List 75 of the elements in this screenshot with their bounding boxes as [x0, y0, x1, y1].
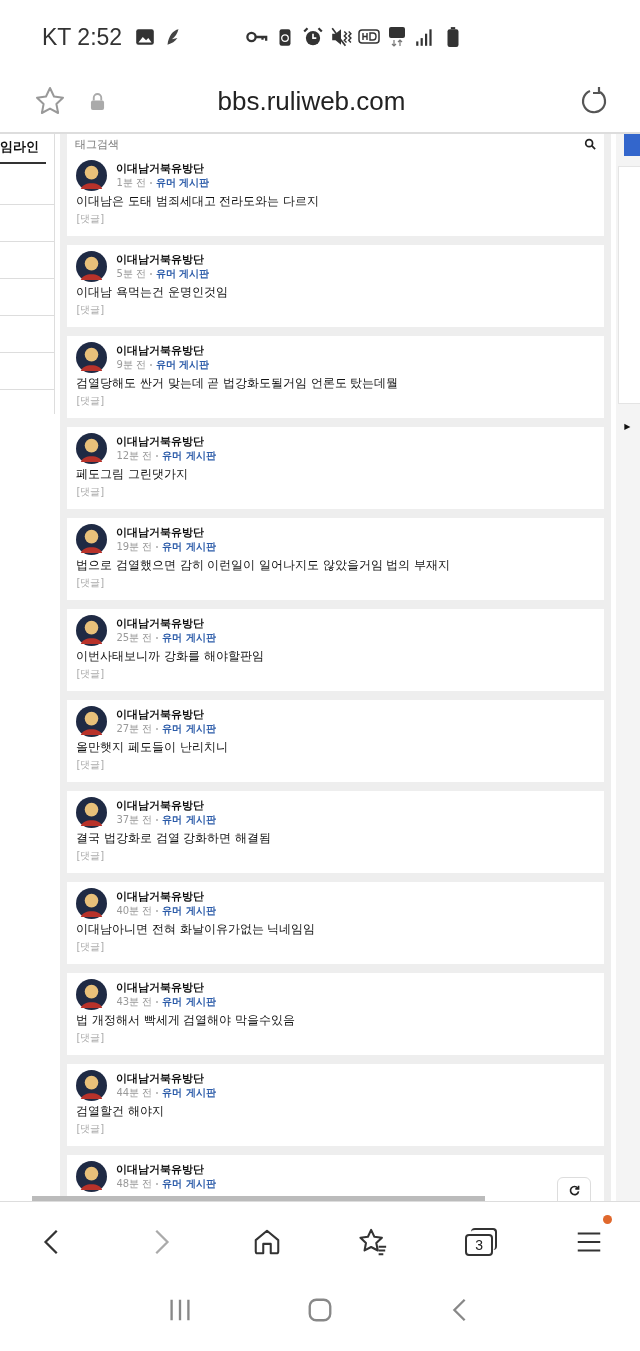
bookmarks-icon[interactable]	[358, 1226, 389, 1257]
search-field[interactable]: 태그검색	[67, 134, 605, 154]
author-name[interactable]: 이대남거북유방단	[116, 525, 216, 540]
avatar-icon	[76, 1161, 108, 1192]
author-name[interactable]: 이대남거북유방단	[116, 798, 216, 813]
post-time: 44분 전	[116, 1085, 153, 1100]
author-name[interactable]: 이대남거북유방단	[116, 252, 210, 267]
avatar-icon	[76, 251, 108, 282]
comment-text: 이대남아니면 전혀 화날이유가없는 닉네임임	[76, 922, 317, 937]
refresh-button[interactable]	[557, 1177, 591, 1201]
post-time: 43분 전	[116, 994, 153, 1009]
post-time: 19분 전	[116, 539, 153, 554]
alarm-icon	[302, 26, 325, 48]
mute-vibrate-icon	[330, 26, 353, 48]
avatar-icon	[76, 1070, 108, 1101]
post-time: 48분 전	[116, 1176, 153, 1191]
board-link[interactable]: 유머 게시판	[162, 903, 216, 918]
avatar-icon	[76, 160, 108, 191]
image-icon	[134, 26, 157, 48]
avatar-icon	[76, 979, 108, 1010]
post-time: 5분 전	[116, 266, 146, 281]
post-time: 9분 전	[116, 357, 146, 372]
avatar-icon	[76, 615, 108, 646]
board-link[interactable]: 유머 게시판	[156, 175, 210, 190]
board-link[interactable]: 유머 게시판	[162, 448, 216, 463]
avatar-icon	[76, 888, 108, 919]
avatar-icon	[76, 433, 108, 464]
comment-text: 검열당해도 싼거 맞는데 곧 법강화도될거임 언론도 탔는데뭘	[76, 376, 400, 391]
board-link[interactable]: 유머 게시판	[162, 539, 216, 554]
comment-text: 이대남 욕먹는건 운명인것임	[76, 285, 229, 300]
url-text[interactable]: bbs.ruliweb.com	[105, 85, 518, 117]
post-time: 25분 전	[116, 630, 153, 645]
avatar-icon	[76, 342, 108, 373]
carrier-time: KT 2:52	[42, 23, 123, 51]
avatar-icon	[76, 524, 108, 555]
home-button-icon[interactable]	[306, 1296, 334, 1324]
board-link[interactable]: 유머 게시판	[162, 1176, 216, 1191]
comment-text: 법으로 검열했으면 감히 이런일이 일어나지도 않았을거임 법의 부재지	[76, 558, 452, 573]
comment-text: 이번사태보니까 강화를 해야할판임	[76, 649, 265, 664]
tab-marker[interactable]	[624, 134, 640, 156]
author-name[interactable]: 이대남거북유방단	[116, 707, 216, 722]
comment-text: 결국 법강화로 검열 강화하면 해결됨	[76, 831, 273, 846]
board-link[interactable]: 유머 게시판	[162, 812, 216, 827]
post-time: 37분 전	[116, 812, 153, 827]
refresh-icon	[567, 1184, 581, 1197]
post-time: 12분 전	[116, 448, 153, 463]
author-name[interactable]: 이대남거북유방단	[116, 616, 216, 631]
author-name[interactable]: 이대남거북유방단	[116, 434, 216, 449]
star-icon[interactable]	[34, 85, 66, 117]
sidebar-heading[interactable]: 임라인	[0, 134, 47, 164]
avatar-icon	[76, 706, 108, 737]
board-link[interactable]: 유머 게시판	[156, 266, 210, 281]
comment-text: 이대남은 도태 범죄세대고 전라도와는 다르지	[76, 194, 321, 209]
post-time: 1분 전	[116, 175, 146, 190]
board-link[interactable]: 유머 게시판	[162, 630, 216, 645]
author-name[interactable]: 이대남거북유방단	[116, 980, 216, 995]
post-time: 27분 전	[116, 721, 153, 736]
author-name[interactable]: 이대남거북유방단	[116, 1162, 216, 1177]
board-link[interactable]: 유머 게시판	[156, 357, 210, 372]
comment-text: 올만햇지 페도들이 난리치니	[76, 740, 229, 755]
author-name[interactable]: 이대남거북유방단	[116, 343, 210, 358]
lock-icon	[90, 92, 105, 110]
author-name[interactable]: 이대남거북유방단	[116, 889, 216, 904]
author-name[interactable]: 이대남거북유방단	[116, 161, 210, 176]
expand-arrow[interactable]: ▶	[624, 422, 631, 431]
comment-text: 법 개정해서 빡세게 검열해야 막을수있음	[76, 1013, 297, 1028]
board-link[interactable]: 유머 게시판	[162, 994, 216, 1009]
comment-text: 페도그림 그린댓가지	[76, 467, 190, 482]
author-name[interactable]: 이대남거북유방단	[116, 1071, 216, 1086]
board-link[interactable]: 유머 게시판	[162, 1085, 216, 1100]
comment-text: 검열할건 해야지	[76, 1104, 166, 1119]
post-time: 40분 전	[116, 903, 153, 918]
search-icon[interactable]	[584, 138, 597, 150]
board-link[interactable]: 유머 게시판	[162, 721, 216, 736]
avatar-icon	[76, 797, 108, 828]
